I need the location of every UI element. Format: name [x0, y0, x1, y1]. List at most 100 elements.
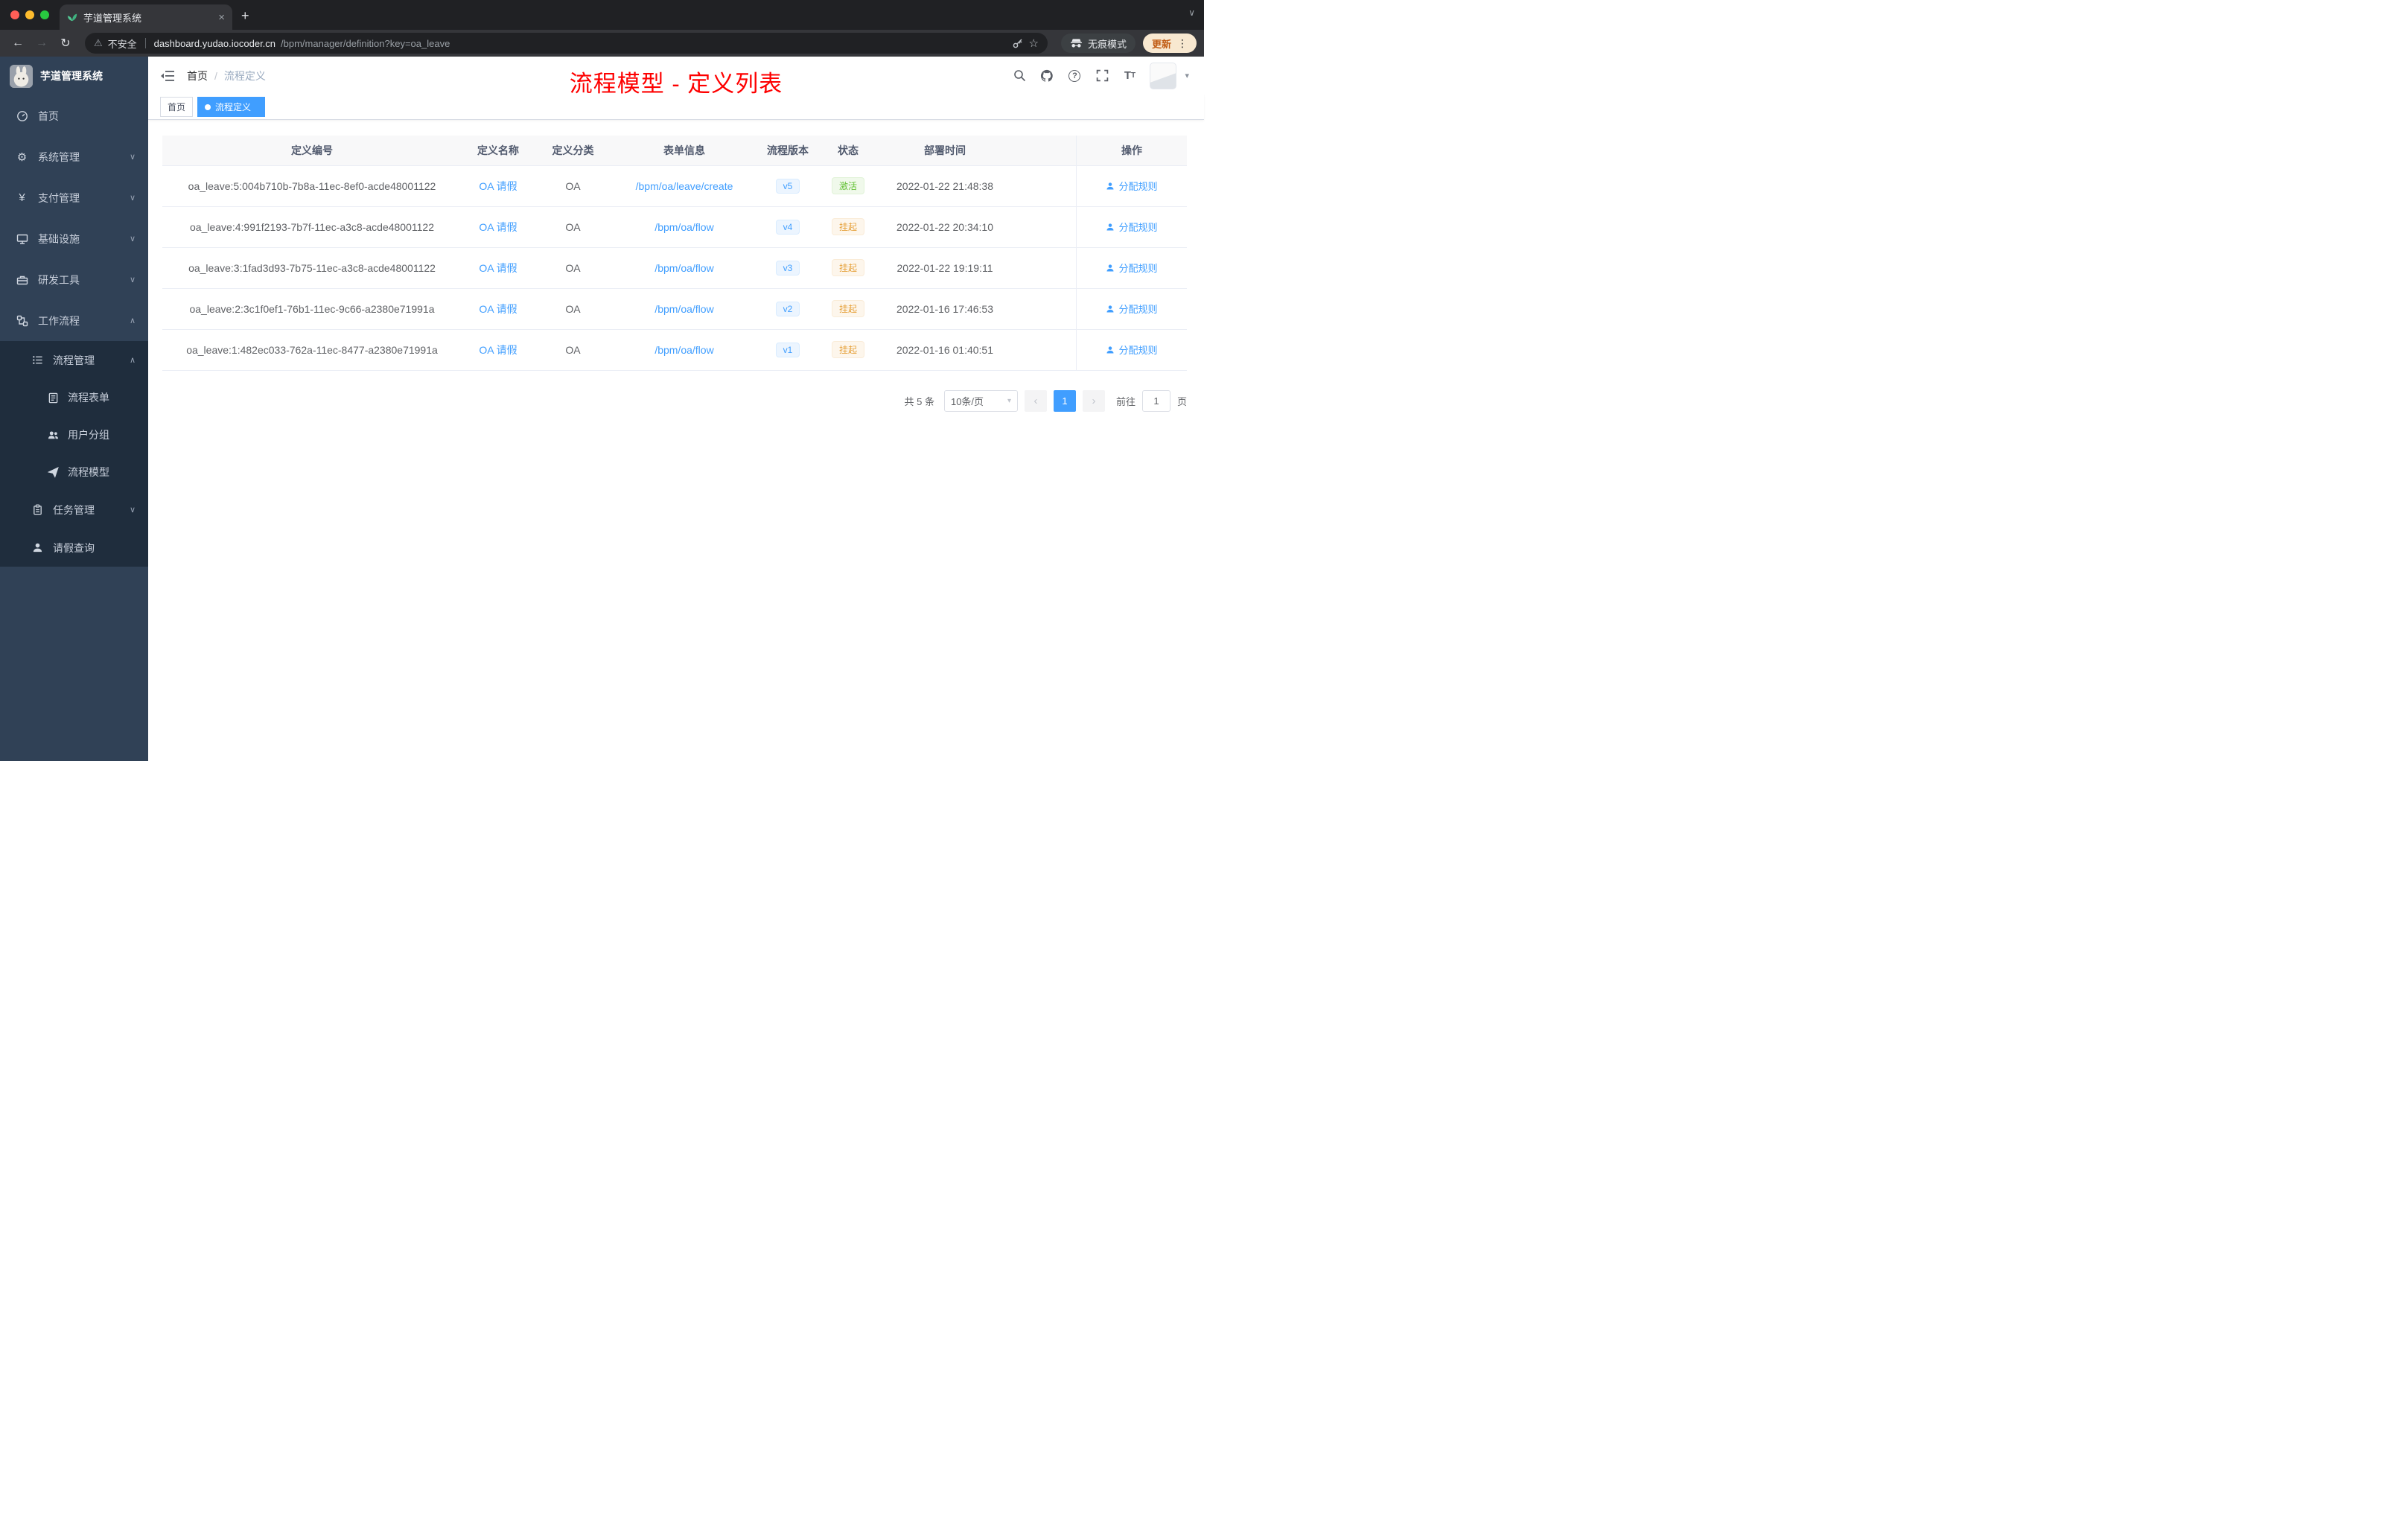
new-tab-button[interactable]: + — [232, 8, 260, 30]
browser-tab[interactable]: 芋道管理系统 × — [60, 4, 232, 30]
definition-name-link[interactable]: OA 请假 — [479, 344, 517, 356]
help-icon[interactable]: ? — [1067, 69, 1082, 83]
form-info-link[interactable]: /bpm/oa/flow — [654, 344, 713, 356]
clipboard-icon — [31, 504, 44, 515]
deploy-time: 2022-01-22 19:19:11 — [878, 247, 1012, 289]
sidebar-item-task-management[interactable]: 任务管理 ∨ — [0, 491, 148, 529]
user-icon — [1106, 346, 1114, 353]
not-secure-warning-icon: ⚠ — [94, 37, 103, 48]
col-filler — [1012, 136, 1077, 166]
definition-name-link[interactable]: OA 请假 — [479, 303, 517, 315]
form-info-link[interactable]: /bpm/oa/flow — [654, 221, 713, 233]
status-badge: 挂起 — [831, 341, 864, 358]
browser-menu-icon[interactable]: ⋮ — [1177, 37, 1188, 50]
deploy-time: 2022-01-22 21:48:38 — [878, 165, 1012, 207]
pagination: 共 5 条 10条/页 ▾ ‹ 1 › 前往 页 — [162, 389, 1187, 412]
assign-rule-link[interactable]: 分配规则 — [1106, 179, 1158, 193]
assign-rule-link[interactable]: 分配规则 — [1106, 261, 1158, 275]
page-size-select[interactable]: 10条/页 ▾ — [943, 389, 1018, 412]
breadcrumb-separator: / — [214, 69, 217, 82]
user-icon — [31, 542, 44, 553]
col-form-info: 表单信息 — [611, 136, 757, 166]
bookmark-star-icon[interactable]: ☆ — [1029, 36, 1039, 50]
chevron-down-icon: ∨ — [129, 276, 136, 284]
col-status: 状态 — [818, 136, 878, 166]
window-minimize-button[interactable] — [25, 10, 34, 19]
monitor-icon — [16, 233, 28, 245]
document-icon — [47, 392, 60, 404]
form-info-link[interactable]: /bpm/oa/leave/create — [636, 180, 733, 192]
github-icon[interactable] — [1039, 69, 1054, 83]
avatar-caret-icon[interactable]: ▾ — [1185, 71, 1189, 80]
tab-search-caret-icon[interactable]: ∨ — [1188, 7, 1195, 18]
prev-page-button[interactable]: ‹ — [1024, 389, 1047, 412]
sidebar-item-user-groups[interactable]: 用户分组 — [0, 416, 148, 453]
refresh-button[interactable]: ↻ — [55, 33, 76, 54]
definition-name-link[interactable]: OA 请假 — [479, 180, 517, 192]
definition-id: oa_leave:4:991f2193-7b7f-11ec-a3c8-acde4… — [162, 206, 462, 248]
user-icon — [1106, 305, 1114, 312]
address-divider — [144, 38, 146, 48]
sidebar-item-process-model[interactable]: 流程模型 — [0, 453, 148, 491]
workflow-submenu: 流程管理 ∧ 流程表单 用户分组 流程模型 任务管理 ∨ 请假查询 — [0, 341, 148, 567]
assign-rule-link[interactable]: 分配规则 — [1106, 220, 1158, 234]
definition-category: OA — [535, 329, 611, 371]
chevron-up-icon: ∧ — [129, 356, 136, 365]
dashboard-icon — [16, 110, 28, 122]
search-icon[interactable] — [1012, 69, 1027, 83]
fullscreen-icon[interactable] — [1095, 69, 1109, 83]
browser-update-button[interactable]: 更新 ⋮ — [1142, 34, 1197, 53]
sidebar-item-home[interactable]: 首页 — [0, 95, 148, 136]
chevron-down-icon: ∨ — [129, 153, 136, 162]
user-avatar[interactable] — [1150, 62, 1177, 89]
col-actions: 操作 — [1077, 136, 1187, 166]
sidebar-item-process-management[interactable]: 流程管理 ∧ — [0, 341, 148, 379]
next-page-button[interactable]: › — [1082, 389, 1105, 412]
users-icon — [47, 430, 60, 441]
goto-unit-label: 页 — [1176, 395, 1187, 407]
user-icon — [1106, 223, 1114, 230]
sidebar-item-infrastructure[interactable]: 基础设施 ∨ — [0, 218, 148, 259]
col-process-version: 流程版本 — [757, 136, 818, 166]
definition-id: oa_leave:5:004b710b-7b8a-11ec-8ef0-acde4… — [162, 165, 462, 207]
incognito-badge: 无痕模式 — [1060, 34, 1135, 53]
back-button[interactable]: ← — [7, 33, 28, 54]
incognito-label: 无痕模式 — [1087, 38, 1127, 50]
sidebar-item-payment[interactable]: ¥ 支付管理 ∨ — [0, 177, 148, 218]
window-maximize-button[interactable] — [40, 10, 49, 19]
form-info-link[interactable]: /bpm/oa/flow — [654, 303, 713, 315]
goto-page-input[interactable] — [1141, 389, 1170, 412]
chevron-down-icon: ∨ — [129, 235, 136, 243]
definition-name-link[interactable]: OA 请假 — [479, 262, 517, 274]
sidebar-item-leave-query[interactable]: 请假查询 — [0, 529, 148, 567]
address-bar[interactable]: ⚠ 不安全 dashboard.yudao.iocoder.cn/bpm/man… — [85, 33, 1048, 54]
sidebar-item-system[interactable]: ⚙ 系统管理 ∨ — [0, 136, 148, 177]
tag-process-definition[interactable]: 流程定义 — [197, 97, 266, 117]
col-definition-category: 定义分类 — [535, 136, 611, 166]
password-key-icon[interactable] — [1012, 37, 1024, 49]
url-host: dashboard.yudao.iocoder.cn — [153, 37, 276, 49]
user-icon — [1106, 264, 1114, 271]
definition-name-link[interactable]: OA 请假 — [479, 221, 517, 233]
sidebar-item-workflow[interactable]: 工作流程 ∧ — [0, 300, 148, 341]
sidebar-item-dev-tools[interactable]: 研发工具 ∨ — [0, 259, 148, 300]
tag-home[interactable]: 首页 — [160, 97, 194, 117]
version-badge: v4 — [775, 219, 800, 235]
user-icon — [1106, 182, 1114, 189]
sidebar-fold-icon[interactable] — [160, 68, 176, 84]
tab-close-icon[interactable]: × — [218, 11, 225, 24]
assign-rule-link[interactable]: 分配规则 — [1106, 302, 1158, 316]
col-definition-name: 定义名称 — [462, 136, 535, 166]
font-size-icon[interactable]: TT — [1122, 69, 1137, 83]
form-info-link[interactable]: /bpm/oa/flow — [654, 262, 713, 274]
sidebar-item-process-form[interactable]: 流程表单 — [0, 379, 148, 416]
toolbox-icon — [16, 274, 28, 286]
window-close-button[interactable] — [10, 10, 19, 19]
forward-button[interactable]: → — [31, 33, 52, 54]
breadcrumb-home[interactable]: 首页 — [187, 69, 208, 83]
deploy-time: 2022-01-22 20:34:10 — [878, 206, 1012, 248]
definition-id: oa_leave:1:482ec033-762a-11ec-8477-a2380… — [162, 329, 462, 371]
assign-rule-link[interactable]: 分配规则 — [1106, 343, 1158, 357]
page-number-button[interactable]: 1 — [1053, 389, 1076, 412]
paper-plane-icon — [47, 466, 60, 478]
